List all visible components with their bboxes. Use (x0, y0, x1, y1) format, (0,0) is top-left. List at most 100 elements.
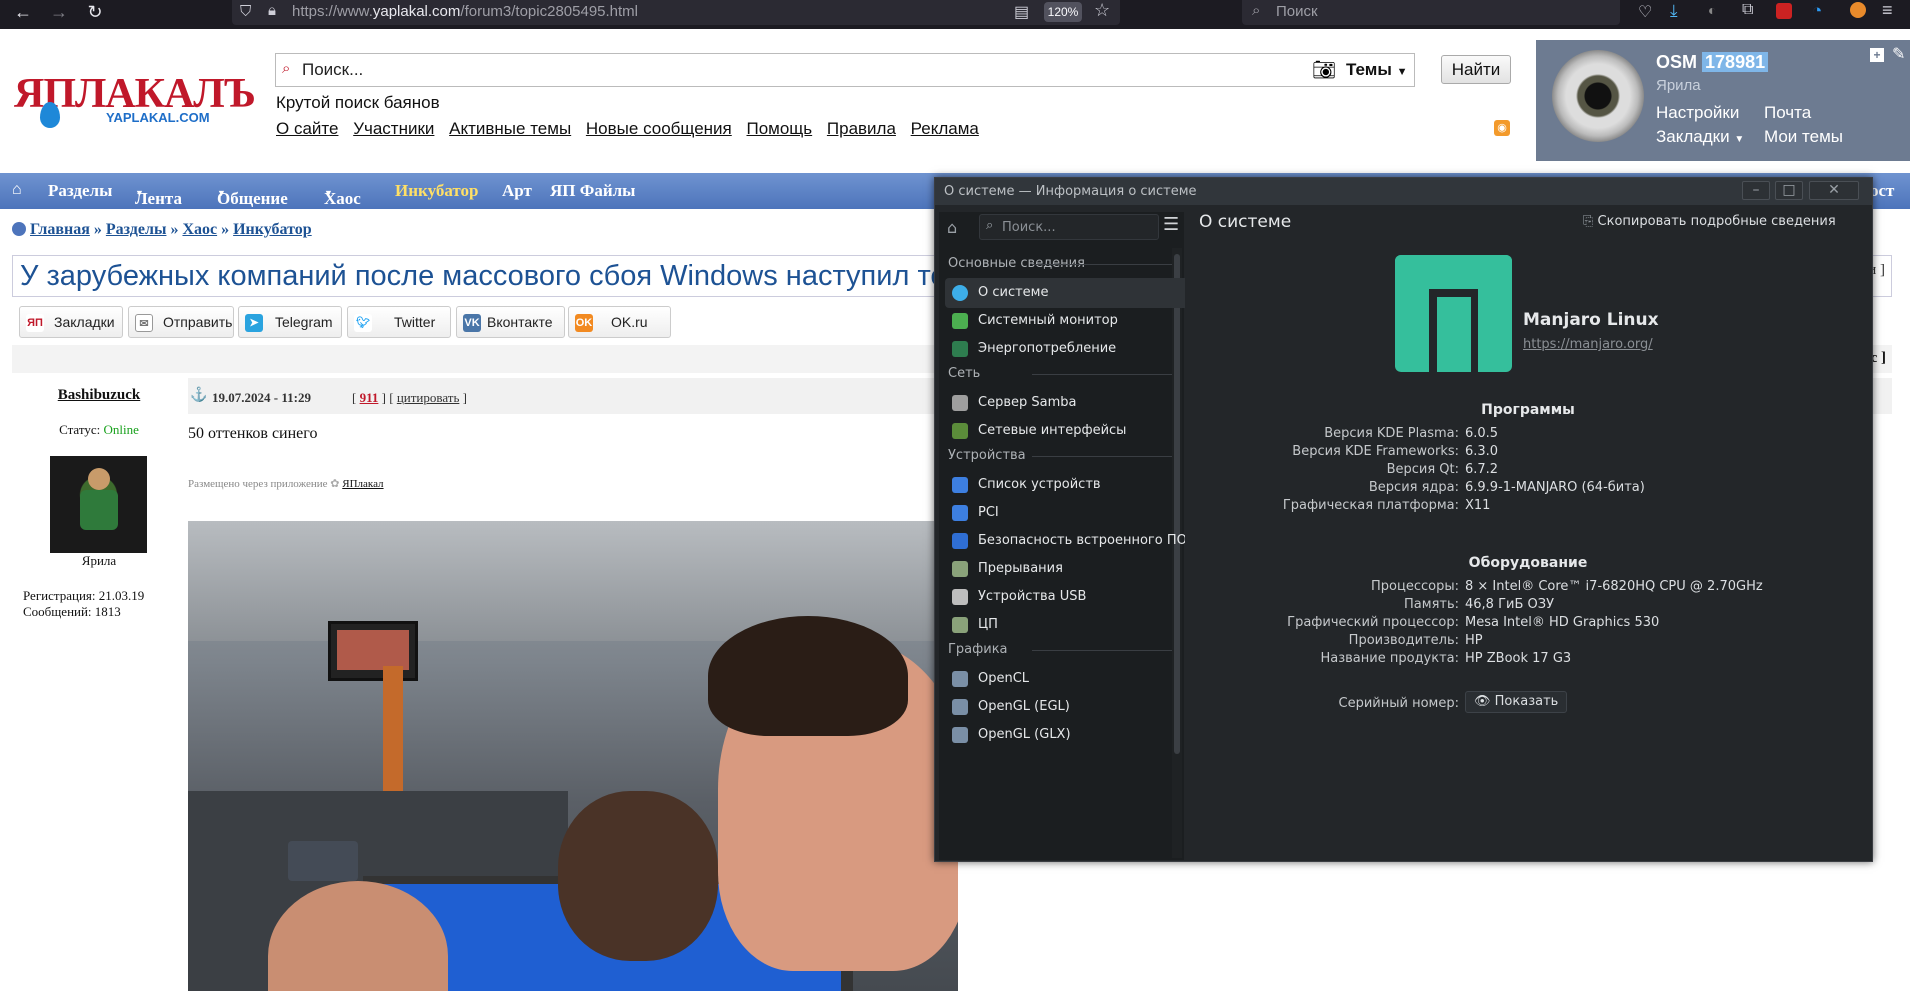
show-serial-button[interactable]: 👁︎ Показать (1465, 691, 1568, 713)
post-author[interactable]: Bashibuzuck (12, 387, 186, 404)
link-ads[interactable]: Реклама (911, 119, 979, 138)
link-settings[interactable]: Настройки (1656, 103, 1739, 123)
url-bar[interactable]: ⛉ 🔒︎ https://www.yaplakal.com/forum3/top… (232, 0, 1120, 25)
share-vk-button[interactable]: VK Вконтакте (456, 306, 565, 338)
link-help[interactable]: Помощь (746, 119, 812, 138)
sidebar-item[interactable]: PCI (945, 498, 1189, 528)
sidebar-item-label: Сетевые интерфейсы (978, 423, 1127, 438)
find-button[interactable]: Найти (1441, 55, 1511, 84)
sidebar-item[interactable]: Системный монитор (945, 306, 1189, 336)
sidebar-item-label: Устройства USB (978, 589, 1087, 604)
downloads-icon[interactable]: ⤓ (1670, 1, 1678, 21)
home-icon[interactable]: ⌂ (947, 218, 957, 237)
bookmark-star-icon[interactable]: ☆ (1094, 0, 1110, 21)
anchor-icon[interactable]: ⚓ (190, 386, 207, 403)
sidebar-item[interactable]: Безопасность встроенного ПО (945, 526, 1189, 556)
crumb-sections[interactable]: Разделы (106, 221, 167, 238)
menu-icon[interactable]: ≡ (1882, 0, 1893, 21)
home-icon[interactable]: ⌂ (12, 181, 22, 199)
extension-icon[interactable]: ◐ (1708, 2, 1716, 18)
hardware-heading: Оборудование (1468, 555, 1588, 571)
info-row: Версия KDE Plasma: 6.0.5 (1185, 426, 1871, 444)
close-icon[interactable]: ✕ (1809, 181, 1859, 200)
nav-talk[interactable]: Общение ▼ (217, 181, 288, 208)
camera-icon[interactable]: 📷︎ (1312, 58, 1336, 82)
link-bookmarks[interactable]: Закладки ▼ (1656, 127, 1744, 147)
sidebar-item[interactable]: OpenGL (EGL) (945, 692, 1189, 722)
add-icon[interactable]: + (1870, 48, 1884, 62)
info-row: Производитель: HP (1185, 633, 1871, 651)
nav-incubator[interactable]: Инкубатор (395, 181, 479, 201)
reload-icon[interactable]: ↻ (80, 0, 110, 29)
distro-link[interactable]: https://manjaro.org/ (1523, 337, 1653, 352)
sidebar-item[interactable]: Устройства USB (945, 582, 1189, 612)
sidebar-group: Устройства (948, 448, 1184, 463)
crumb-chaos[interactable]: Хаос (182, 221, 217, 238)
pocket-icon[interactable]: ♡ (1638, 2, 1652, 22)
sidebar-item-label: О системе (978, 285, 1049, 300)
browser-search-input[interactable]: ⌕ Поиск (1242, 0, 1620, 25)
puzzle-icon[interactable]: ⧉ (1742, 1, 1753, 19)
profile-icon[interactable] (1850, 2, 1866, 18)
share-twitter-button[interactable]: 🐦︎ Twitter (347, 306, 451, 338)
link-members[interactable]: Участники (353, 119, 434, 138)
back-icon[interactable]: ← (8, 0, 38, 29)
share-send-button[interactable]: ✉ Отправить (128, 306, 234, 338)
ublock-icon[interactable] (1776, 3, 1792, 19)
share-bookmarks-button[interactable]: ЯП Закладки (19, 306, 123, 338)
share-telegram-button[interactable]: ➤ Telegram (238, 306, 342, 338)
avatar[interactable] (1552, 50, 1644, 142)
sidebar-item[interactable]: О системе (945, 278, 1189, 308)
link-new-messages[interactable]: Новые сообщения (586, 119, 732, 138)
link-rules[interactable]: Правила (827, 119, 896, 138)
distro-name: Manjaro Linux (1523, 310, 1659, 330)
post-image[interactable]: ): (188, 521, 958, 991)
themes-dropdown[interactable]: Темы ▼ (1346, 60, 1408, 80)
window-titlebar[interactable]: О системе — Информация о системе (935, 178, 1872, 205)
maximize-icon[interactable]: □ (1775, 181, 1803, 200)
sidebar-item[interactable]: Сетевые интерфейсы (945, 416, 1189, 446)
share-ok-button[interactable]: OK OK.ru (568, 306, 671, 338)
link-my-topics[interactable]: Мои темы (1764, 127, 1843, 147)
copy-details-button[interactable]: ⎘ Скопировать подробные сведения (1583, 214, 1836, 229)
forward-icon[interactable]: → (44, 0, 74, 29)
reader-view-icon[interactable]: ▤ (1014, 2, 1029, 22)
user-name[interactable]: OSM 178981 (1656, 52, 1769, 73)
sidebar-item[interactable]: Сервер Samba (945, 388, 1189, 418)
link-about[interactable]: О сайте (276, 119, 338, 138)
zoom-level[interactable]: 120% (1044, 2, 1082, 22)
nav-files[interactable]: ЯП Файлы (550, 181, 635, 201)
site-search-input[interactable]: ⌕ Поиск... 📷︎ Темы ▼ (275, 53, 1415, 87)
sidebar-item[interactable]: Список устройств (945, 470, 1189, 500)
kde-search-input[interactable]: ⌕ Поиск... (979, 214, 1159, 240)
link-active-topics[interactable]: Активные темы (449, 119, 571, 138)
nav-post[interactable]: ост (1870, 181, 1894, 201)
info-key: Процессоры: (1371, 579, 1459, 594)
quote-link[interactable]: цитировать (397, 390, 460, 405)
sidebar-item-label: OpenCL (978, 671, 1030, 686)
edge-icon[interactable]: ◔ (1812, 1, 1822, 21)
sidebar-item[interactable]: ЦП (945, 610, 1189, 640)
via-app-link[interactable]: ЯПлакал (342, 478, 383, 490)
post-rating[interactable]: 911 (360, 390, 379, 405)
sidebar-item[interactable]: Энергопотребление (945, 334, 1189, 364)
info-row: Графический процессор: Mesa Intel® HD Gra… (1185, 615, 1871, 633)
site-logo[interactable]: ЯПЛАКАЛЪ YAPLAKAL.COM (14, 66, 256, 132)
samba-icon (952, 395, 968, 411)
rss-icon[interactable]: ◉ (1494, 120, 1510, 136)
crumb-home[interactable]: Главная (30, 221, 90, 238)
sidebar-item[interactable]: Прерывания (945, 554, 1189, 584)
info-key: Память: (1404, 597, 1459, 612)
minimize-icon[interactable]: – (1742, 181, 1770, 200)
link-mail[interactable]: Почта (1764, 103, 1811, 123)
pin-icon[interactable]: ✎ (1892, 44, 1905, 64)
sidebar-item[interactable]: OpenGL (GLX) (945, 720, 1189, 750)
hamburger-menu-icon[interactable]: ☰ (1163, 214, 1179, 235)
nav-sections[interactable]: Разделы (48, 181, 112, 201)
author-avatar[interactable] (50, 456, 147, 553)
nav-feed[interactable]: Лента ▼ (135, 181, 182, 208)
crumb-incubator[interactable]: Инкубатор (233, 221, 312, 238)
sidebar-item[interactable]: OpenCL (945, 664, 1189, 694)
nav-art[interactable]: Арт (502, 181, 532, 201)
nav-chaos[interactable]: Хаос ▼ (324, 181, 361, 208)
